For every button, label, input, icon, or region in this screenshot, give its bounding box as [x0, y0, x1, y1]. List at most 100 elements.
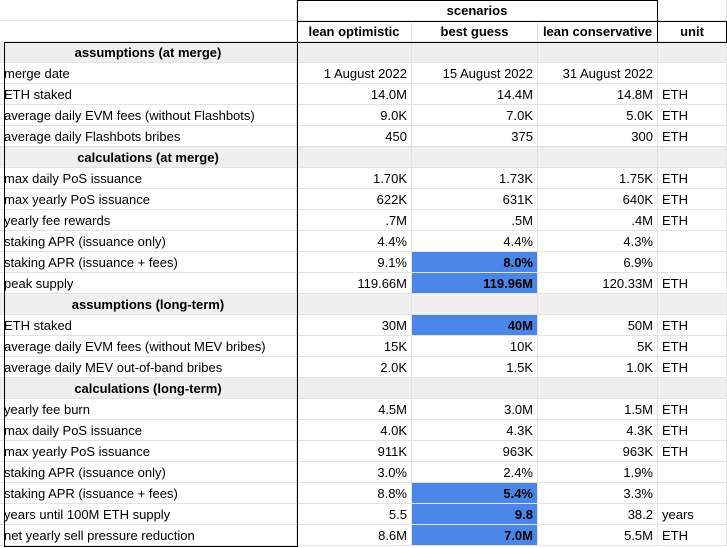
value-cell[interactable]: 14.4M — [412, 84, 538, 105]
value-cell[interactable]: 631K — [412, 189, 538, 210]
column-header-lean-conservative[interactable]: lean conservative — [538, 21, 658, 42]
row-label[interactable]: average daily MEV out-of-band bribes — [0, 357, 297, 378]
unit-cell[interactable]: ETH — [658, 399, 727, 420]
value-cell[interactable]: 7.0K — [412, 105, 538, 126]
value-cell[interactable]: 4.3K — [412, 420, 538, 441]
value-cell[interactable]: 5.4% — [412, 483, 538, 504]
section-label[interactable]: assumptions (long-term) — [0, 294, 297, 315]
value-cell[interactable] — [412, 294, 538, 315]
value-cell[interactable]: 963K — [538, 441, 658, 462]
value-cell[interactable]: 1 August 2022 — [297, 63, 412, 84]
value-cell[interactable]: 640K — [538, 189, 658, 210]
row-label[interactable]: staking APR (issuance + fees) — [0, 252, 297, 273]
empty-cell[interactable] — [0, 0, 297, 21]
value-cell[interactable]: 375 — [412, 126, 538, 147]
unit-cell[interactable]: years — [658, 504, 727, 525]
value-cell[interactable]: 119.96M — [412, 273, 538, 294]
unit-cell[interactable] — [658, 63, 727, 84]
unit-cell[interactable]: ETH — [658, 105, 727, 126]
value-cell[interactable]: 911K — [297, 441, 412, 462]
value-cell[interactable]: 50M — [538, 315, 658, 336]
value-cell[interactable]: 1.9% — [538, 462, 658, 483]
row-label[interactable]: yearly fee rewards — [0, 210, 297, 231]
unit-cell[interactable] — [658, 483, 727, 504]
value-cell[interactable]: 8.0% — [412, 252, 538, 273]
row-label[interactable]: staking APR (issuance only) — [0, 231, 297, 252]
unit-cell[interactable] — [658, 294, 727, 315]
row-label[interactable]: max yearly PoS issuance — [0, 189, 297, 210]
value-cell[interactable]: 1.70K — [297, 168, 412, 189]
section-label[interactable]: calculations (at merge) — [0, 147, 297, 168]
value-cell[interactable]: 7.0M — [412, 525, 538, 546]
value-cell[interactable]: 119.66M — [297, 273, 412, 294]
unit-cell[interactable]: ETH — [658, 126, 727, 147]
value-cell[interactable]: 1.5K — [412, 357, 538, 378]
value-cell[interactable]: 9.1% — [297, 252, 412, 273]
value-cell[interactable]: .4M — [538, 210, 658, 231]
value-cell[interactable]: 5K — [538, 336, 658, 357]
row-label[interactable]: max yearly PoS issuance — [0, 441, 297, 462]
value-cell[interactable]: .7M — [297, 210, 412, 231]
value-cell[interactable] — [412, 378, 538, 399]
row-label[interactable]: merge date — [0, 63, 297, 84]
unit-cell[interactable]: ETH — [658, 357, 727, 378]
value-cell[interactable] — [297, 147, 412, 168]
unit-cell[interactable] — [658, 462, 727, 483]
value-cell[interactable] — [538, 147, 658, 168]
row-label[interactable]: average daily EVM fees (without Flashbot… — [0, 105, 297, 126]
value-cell[interactable]: .5M — [412, 210, 538, 231]
value-cell[interactable] — [538, 42, 658, 63]
value-cell[interactable]: 8.6M — [297, 525, 412, 546]
row-label[interactable]: max daily PoS issuance — [0, 420, 297, 441]
value-cell[interactable]: 14.8M — [538, 84, 658, 105]
section-label[interactable]: calculations (long-term) — [0, 378, 297, 399]
value-cell[interactable]: 300 — [538, 126, 658, 147]
unit-cell[interactable]: ETH — [658, 315, 727, 336]
value-cell[interactable]: 450 — [297, 126, 412, 147]
value-cell[interactable]: 963K — [412, 441, 538, 462]
row-label[interactable]: staking APR (issuance + fees) — [0, 483, 297, 504]
unit-cell[interactable]: ETH — [658, 336, 727, 357]
value-cell[interactable] — [412, 147, 538, 168]
value-cell[interactable]: 3.0M — [412, 399, 538, 420]
unit-cell[interactable]: ETH — [658, 273, 727, 294]
scenarios-header[interactable]: scenarios — [297, 0, 658, 21]
value-cell[interactable]: 4.3% — [538, 231, 658, 252]
unit-cell[interactable]: ETH — [658, 84, 727, 105]
unit-cell[interactable]: ETH — [658, 168, 727, 189]
row-label[interactable]: peak supply — [0, 273, 297, 294]
value-cell[interactable]: 8.8% — [297, 483, 412, 504]
value-cell[interactable]: 4.4% — [297, 231, 412, 252]
value-cell[interactable]: 2.0K — [297, 357, 412, 378]
row-label[interactable]: yearly fee burn — [0, 399, 297, 420]
value-cell[interactable]: 9.8 — [412, 504, 538, 525]
value-cell[interactable]: 5.5M — [538, 525, 658, 546]
column-header-lean-optimistic[interactable]: lean optimistic — [297, 21, 412, 42]
value-cell[interactable]: 15K — [297, 336, 412, 357]
value-cell[interactable]: 1.75K — [538, 168, 658, 189]
unit-cell[interactable]: ETH — [658, 525, 727, 546]
value-cell[interactable] — [412, 42, 538, 63]
unit-cell[interactable] — [658, 42, 727, 63]
unit-cell[interactable]: ETH — [658, 210, 727, 231]
value-cell[interactable]: 2.4% — [412, 462, 538, 483]
value-cell[interactable]: 3.3% — [538, 483, 658, 504]
value-cell[interactable] — [297, 42, 412, 63]
value-cell[interactable]: 10K — [412, 336, 538, 357]
unit-cell[interactable]: ETH — [658, 420, 727, 441]
unit-cell[interactable] — [658, 378, 727, 399]
value-cell[interactable]: 6.9% — [538, 252, 658, 273]
unit-cell[interactable] — [658, 231, 727, 252]
value-cell[interactable] — [538, 294, 658, 315]
value-cell[interactable]: 1.73K — [412, 168, 538, 189]
value-cell[interactable]: 1.5M — [538, 399, 658, 420]
value-cell[interactable]: 38.2 — [538, 504, 658, 525]
value-cell[interactable]: 1.0K — [538, 357, 658, 378]
value-cell[interactable]: 4.5M — [297, 399, 412, 420]
section-label[interactable]: assumptions (at merge) — [0, 42, 297, 63]
value-cell[interactable]: 4.4% — [412, 231, 538, 252]
value-cell[interactable]: 5.0K — [538, 105, 658, 126]
value-cell[interactable]: 14.0M — [297, 84, 412, 105]
empty-cell[interactable] — [0, 21, 297, 42]
column-header-unit[interactable]: unit — [658, 21, 727, 42]
